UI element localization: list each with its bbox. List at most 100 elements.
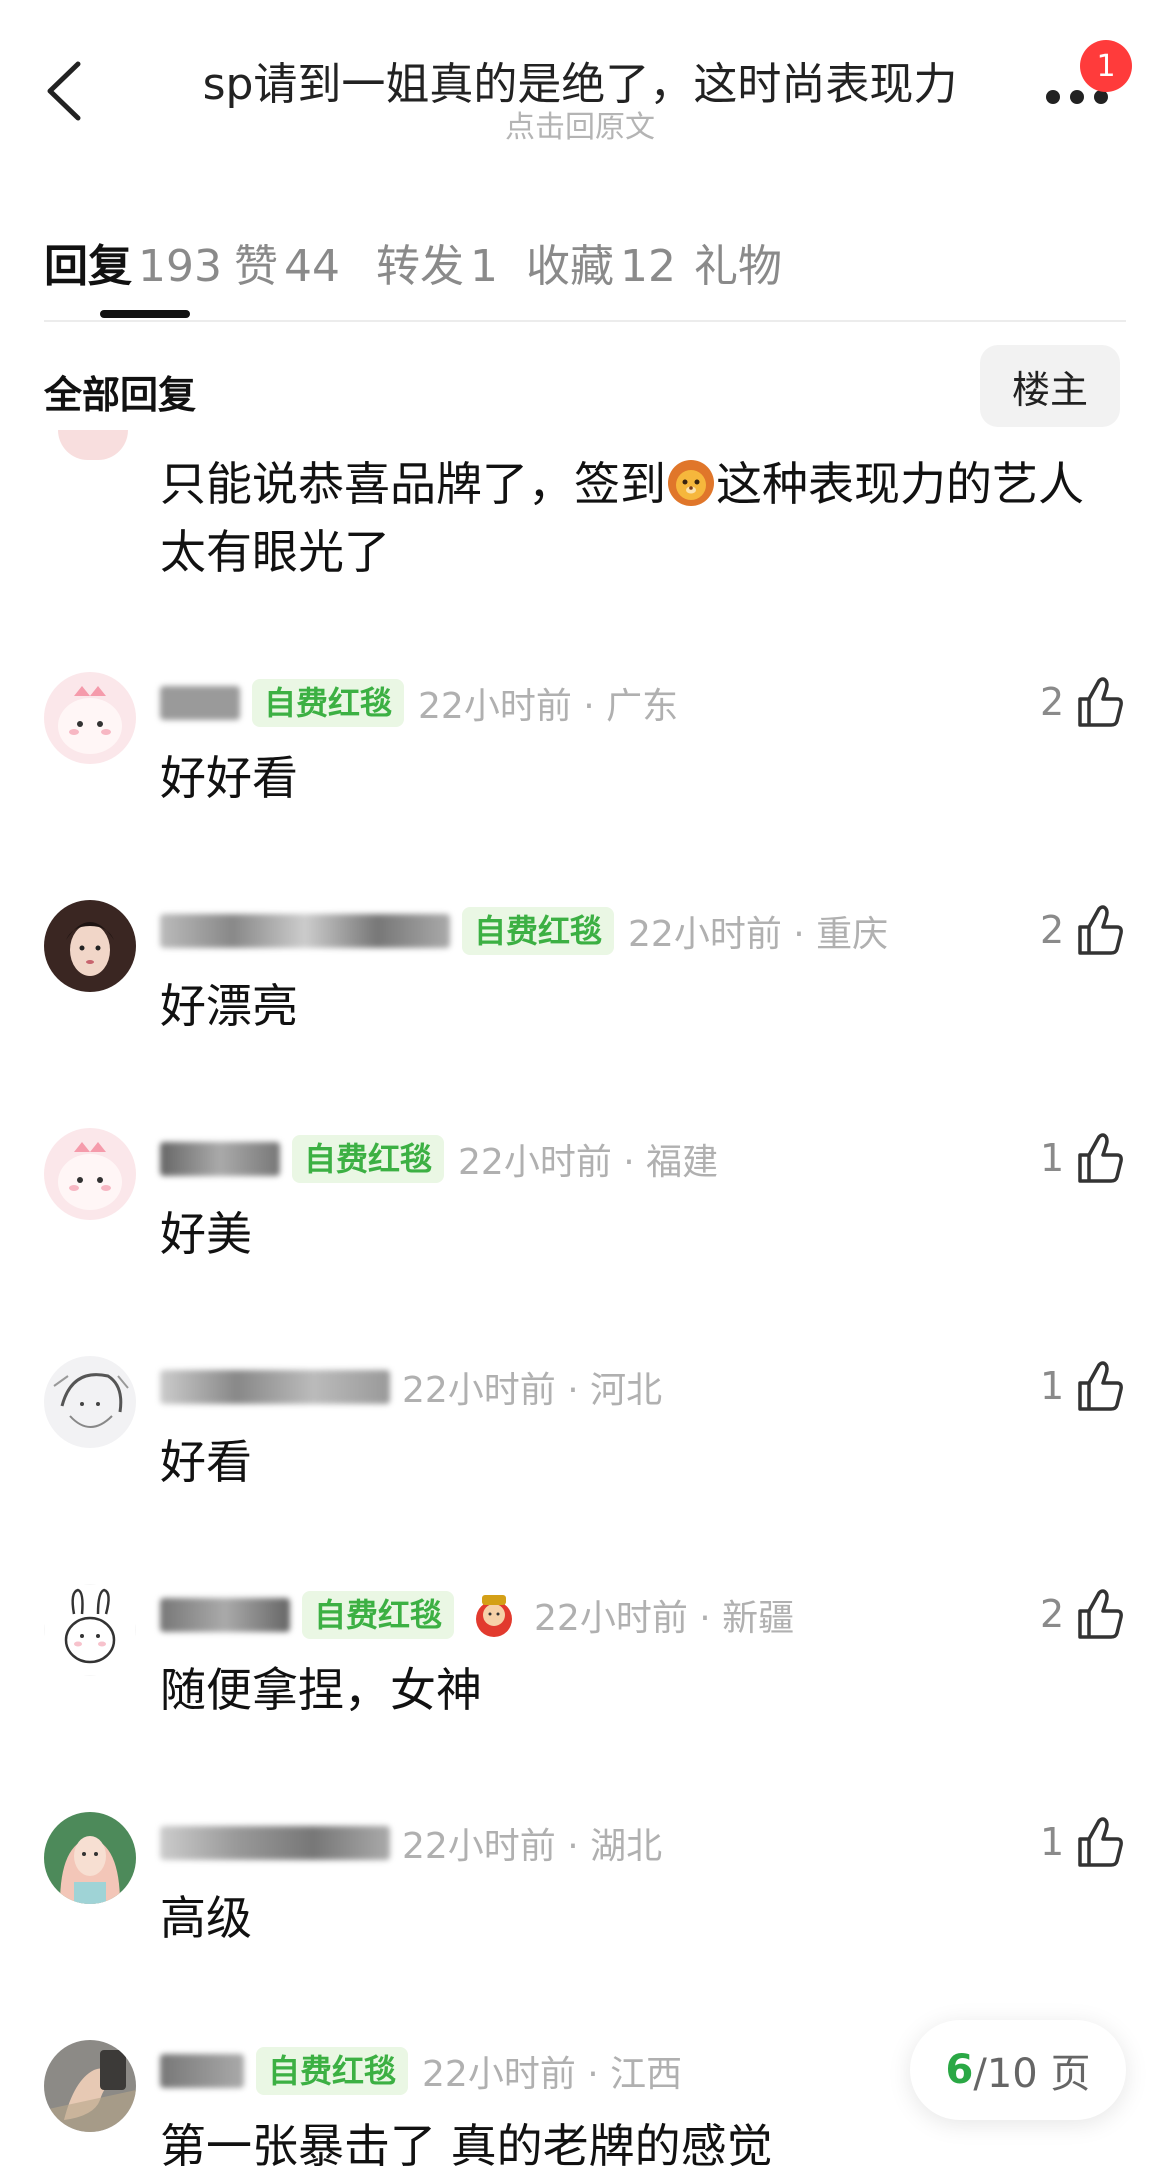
comment-text: 只能说恭喜品牌了，签到 这种表现力的艺人太有眼光了 xyxy=(160,450,1120,586)
username[interactable] xyxy=(160,1598,290,1632)
total-pages: /10 页 xyxy=(973,2051,1091,2097)
comment-item: 自费红毯 22小时前 · 重庆 好漂亮 2 xyxy=(0,900,1170,1100)
comment-text-part: 只能说恭喜品牌了，签到 xyxy=(160,457,666,511)
like-button[interactable]: 1 xyxy=(1040,1812,1124,1872)
tab-count: 1 xyxy=(470,241,498,292)
more-dots-icon xyxy=(1046,90,1060,104)
time-location: 22小时前 · 广东 xyxy=(418,686,679,727)
lion-emoji-icon xyxy=(668,460,714,506)
time-location: 22小时前 · 重庆 xyxy=(628,914,889,955)
comment-meta: 22小时前 · 湖北 xyxy=(160,1818,662,1868)
tab-label: 赞 xyxy=(234,241,278,292)
thumbs-up-icon xyxy=(1078,1133,1124,1183)
cartoon-bunny-avatar-icon xyxy=(44,1584,136,1676)
time-location: 22小时前 · 福建 xyxy=(458,1142,719,1183)
avatar[interactable] xyxy=(58,430,128,460)
like-count: 2 xyxy=(1040,1592,1065,1636)
like-button[interactable]: 2 xyxy=(1040,672,1124,732)
current-page: 6 xyxy=(945,2047,974,2093)
comment-text: 好好看 xyxy=(160,751,298,805)
comment-meta: 自费红毯 22小时前 · 重庆 xyxy=(160,906,888,956)
comment-text: 高级 xyxy=(160,1891,252,1945)
avatar[interactable] xyxy=(44,900,136,992)
username[interactable] xyxy=(160,1826,390,1860)
back-to-original-link[interactable]: 点击回原文 xyxy=(170,102,990,146)
section-title: 全部回复 xyxy=(44,373,197,417)
op-filter-button[interactable]: 楼主 xyxy=(980,345,1120,427)
username[interactable] xyxy=(160,686,240,720)
time-location: 22小时前 · 江西 xyxy=(422,2054,683,2095)
like-button[interactable]: 2 xyxy=(1040,900,1124,960)
avatar[interactable] xyxy=(44,1128,136,1220)
thumbs-up-icon xyxy=(1078,905,1124,955)
tab-label: 收藏 xyxy=(526,241,614,292)
tab-reposts[interactable]: 转发 1 xyxy=(376,230,498,294)
comment-meta: 自费红毯 22小时前 · 广东 xyxy=(160,678,678,728)
tab-gifts[interactable]: 礼物 xyxy=(694,230,782,294)
more-dot xyxy=(1094,90,1108,104)
username[interactable] xyxy=(160,1370,390,1404)
like-count: 1 xyxy=(1040,1820,1065,1864)
username[interactable] xyxy=(160,2054,244,2088)
like-button[interactable]: 1 xyxy=(1040,1128,1124,1188)
comment-text: 好看 xyxy=(160,1435,252,1489)
red-carpet-badge: 自费红毯 xyxy=(256,2047,409,2095)
avatar[interactable] xyxy=(44,2040,136,2132)
back-button[interactable] xyxy=(40,56,90,126)
avatar[interactable] xyxy=(44,1812,136,1904)
hand-photo-avatar-icon xyxy=(44,2040,136,2132)
page-indicator[interactable]: 6/10 页 xyxy=(910,2020,1126,2120)
pink-dino-avatar-icon xyxy=(44,1128,136,1220)
comment-item: 自费红毯 22小时前 · 福建 好美 1 xyxy=(0,1128,1170,1328)
pink-dino-avatar-icon xyxy=(44,672,136,764)
more-dot xyxy=(1070,90,1084,104)
time-location: 22小时前 · 河北 xyxy=(402,1370,663,1411)
like-count: 2 xyxy=(1040,680,1065,724)
time-location: 22小时前 · 湖北 xyxy=(402,1826,663,1867)
like-count: 2 xyxy=(1040,908,1065,952)
comment-text: 好美 xyxy=(160,1207,252,1261)
header: sp请到一姐真的是绝了，这时尚表现力 点击回原文 1 xyxy=(0,0,1170,160)
chevron-left-icon xyxy=(47,61,81,121)
comment-text: 随便拿捏，女神 xyxy=(160,1663,482,1717)
girl-photo-avatar-icon xyxy=(44,900,136,992)
username[interactable] xyxy=(160,1142,280,1176)
comment-meta: 自费红毯 22小时前 · 江西 xyxy=(160,2046,682,2096)
red-carpet-badge: 自费红毯 xyxy=(292,1135,445,1183)
tab-replies[interactable]: 回复 193 xyxy=(44,230,222,294)
comment-meta: 自费红毯 22小时前 · 新疆 xyxy=(160,1590,794,1640)
comment-item: 22小时前 · 河北 好看 1 xyxy=(0,1356,1170,1556)
like-button[interactable]: 1 xyxy=(1040,1356,1124,1416)
comment-meta: 自费红毯 22小时前 · 福建 xyxy=(160,1134,718,1184)
time-location: 22小时前 · 新疆 xyxy=(534,1598,795,1639)
tab-likes[interactable]: 赞 44 xyxy=(234,230,340,294)
tab-favorites[interactable]: 收藏 12 xyxy=(526,230,676,294)
thumbs-up-icon xyxy=(1078,677,1124,727)
avatar[interactable] xyxy=(44,1356,136,1448)
avatar[interactable] xyxy=(44,1584,136,1676)
like-count: 1 xyxy=(1040,1136,1065,1180)
like-button[interactable]: 2 xyxy=(1040,1584,1124,1644)
comment-text: 第一张暴击了 真的老牌的感觉 xyxy=(160,2119,773,2173)
active-tab-indicator xyxy=(100,310,190,318)
comment-text: 好漂亮 xyxy=(160,979,298,1033)
tab-label: 回复 xyxy=(44,241,132,292)
tab-label: 礼物 xyxy=(694,241,782,292)
tab-count: 193 xyxy=(138,241,222,292)
like-count: 1 xyxy=(1040,1364,1065,1408)
username[interactable] xyxy=(160,914,450,948)
anime-sketch-avatar-icon xyxy=(44,1356,136,1448)
avatar[interactable] xyxy=(44,672,136,764)
tab-count: 12 xyxy=(620,241,676,292)
comment-meta: 22小时前 · 河北 xyxy=(160,1362,662,1412)
interaction-tabs: 回复 193 赞 44 转发 1 收藏 12 礼物 xyxy=(44,222,1126,322)
thumbs-up-icon xyxy=(1078,1589,1124,1639)
thumbs-up-icon xyxy=(1078,1361,1124,1411)
red-carpet-badge: 自费红毯 xyxy=(462,907,615,955)
comment-item: 22小时前 · 湖北 高级 1 xyxy=(0,1812,1170,2012)
red-carpet-badge: 自费红毯 xyxy=(302,1591,455,1639)
tab-count: 44 xyxy=(284,241,340,292)
thumbs-up-icon xyxy=(1078,1817,1124,1867)
fortune-god-icon xyxy=(476,1595,513,1637)
tab-label: 转发 xyxy=(376,241,464,292)
